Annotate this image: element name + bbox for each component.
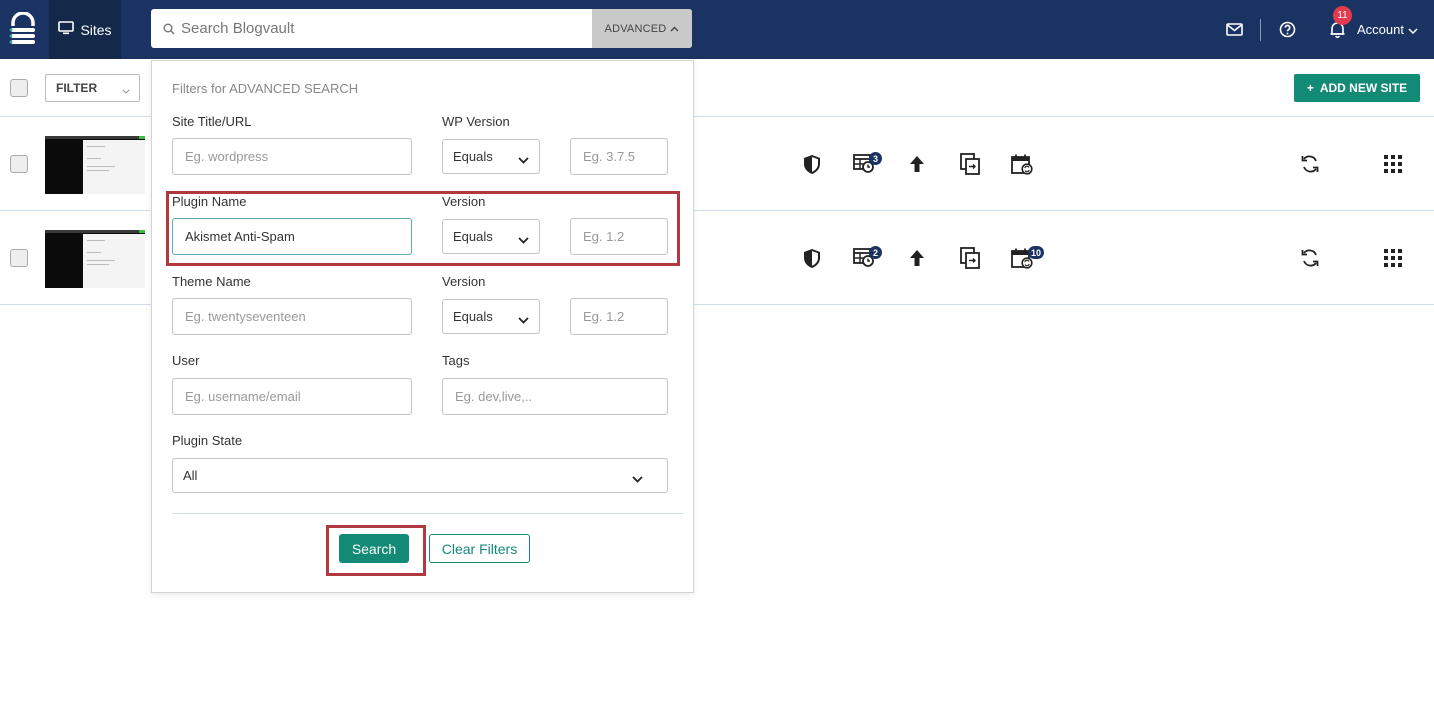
wp-version-label: WP Version [442, 114, 510, 129]
sync-refresh-icon[interactable] [1298, 246, 1322, 270]
nav-tab-sites-label: Sites [80, 21, 112, 38]
backup-count-badge: 3 [869, 152, 882, 165]
theme-version-input[interactable] [570, 298, 668, 335]
search-icon [163, 22, 175, 40]
user-input[interactable] [172, 378, 412, 415]
plugin-state-value: All [183, 468, 198, 483]
calendar-sync-icon[interactable] [1010, 152, 1034, 176]
wp-version-input[interactable] [570, 138, 668, 175]
tags-input[interactable] [442, 378, 668, 415]
account-menu[interactable]: Account [1357, 22, 1418, 37]
staging-copy-icon[interactable] [958, 152, 982, 176]
advanced-search-label: ADVANCED [604, 22, 667, 35]
wp-version-operator-select[interactable]: Equals [442, 139, 540, 174]
chevron-down-icon [518, 312, 529, 327]
clear-filters-button[interactable]: Clear Filters [429, 534, 530, 563]
mail-icon[interactable] [1222, 18, 1246, 42]
select-all-checkbox[interactable] [10, 79, 28, 97]
site-title-label: Site Title/URL [172, 114, 252, 129]
theme-version-operator-select[interactable]: Equals [442, 299, 540, 334]
chevron-down-icon [632, 471, 643, 486]
chevron-down-icon [122, 83, 130, 97]
site-thumbnail[interactable] [45, 136, 145, 194]
tags-label: Tags [442, 353, 470, 368]
wp-version-operator-value: Equals [453, 149, 493, 164]
notifications-button[interactable]: 11 [1325, 5, 1353, 42]
security-shield-icon[interactable] [800, 152, 824, 176]
filter-dropdown[interactable]: FILTER [45, 74, 140, 102]
plus-icon: + [1306, 81, 1314, 95]
panel-title: Filters for ADVANCED SEARCH [172, 81, 359, 96]
theme-name-input[interactable] [172, 298, 412, 335]
advanced-search-panel: Filters for ADVANCED SEARCH Site Title/U… [151, 60, 694, 593]
panel-divider [172, 513, 683, 514]
theme-version-operator-value: Equals [453, 309, 493, 324]
site-title-input[interactable] [172, 138, 412, 175]
blogvault-logo-icon[interactable] [8, 11, 38, 46]
staging-copy-icon[interactable] [958, 246, 982, 270]
site-checkbox[interactable] [10, 155, 28, 173]
nav-tab-sites[interactable]: Sites [49, 0, 121, 59]
security-shield-icon[interactable] [800, 246, 824, 270]
search-button-highlight [326, 525, 426, 576]
backup-count-badge: 2 [869, 246, 882, 259]
notification-count-badge: 11 [1333, 5, 1353, 25]
global-search: ADVANCED [151, 9, 692, 48]
grid-menu-icon[interactable] [1381, 152, 1405, 176]
schedule-count-badge: 10 [1028, 246, 1045, 259]
site-checkbox[interactable] [10, 249, 28, 267]
grid-menu-icon[interactable] [1381, 246, 1405, 270]
search-input[interactable] [181, 9, 591, 48]
filter-label: FILTER [56, 81, 98, 95]
monitor-icon [58, 21, 75, 38]
plugin-filter-highlight [166, 191, 680, 266]
nav-right-group: 11 Account [1222, 0, 1418, 59]
plugin-state-label: Plugin State [172, 433, 243, 448]
advanced-search-toggle[interactable]: ADVANCED [592, 9, 692, 48]
plugin-state-select[interactable]: All [172, 458, 668, 493]
user-label: User [172, 353, 200, 368]
chevron-up-icon [670, 23, 679, 35]
theme-version-label: Version [442, 274, 486, 289]
help-icon[interactable] [1275, 18, 1299, 42]
theme-name-label: Theme Name [172, 274, 251, 289]
sync-refresh-icon[interactable] [1298, 152, 1322, 176]
upload-arrow-icon[interactable] [905, 246, 929, 270]
add-new-site-label: ADD NEW SITE [1319, 81, 1408, 95]
account-label: Account [1357, 22, 1404, 37]
nav-divider [1260, 18, 1262, 41]
chevron-down-icon [518, 152, 529, 167]
site-thumbnail[interactable] [45, 230, 145, 288]
upload-arrow-icon[interactable] [905, 152, 929, 176]
add-new-site-button[interactable]: + ADD NEW SITE [1294, 74, 1420, 102]
chevron-down-icon [1408, 22, 1418, 37]
top-nav: Sites ADVANCED 11 Account [0, 0, 1434, 59]
